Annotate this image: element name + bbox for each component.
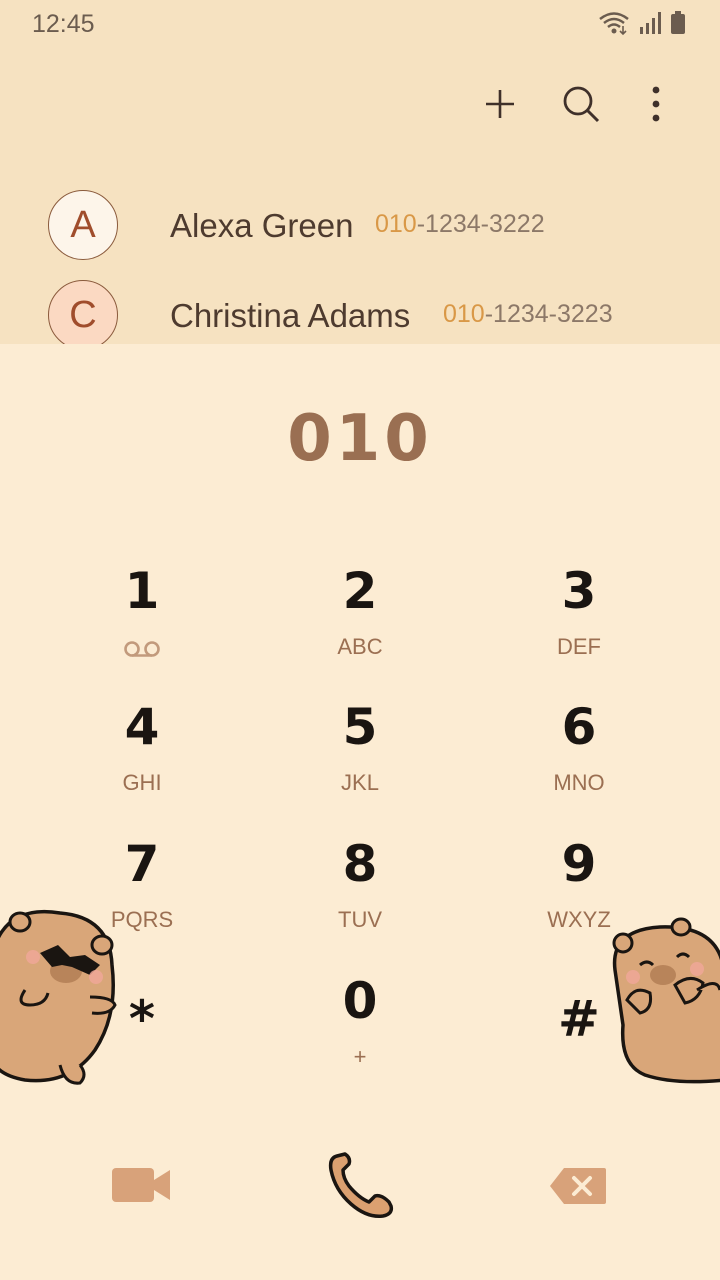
call-button[interactable] — [325, 1150, 397, 1227]
key-letters: JKL — [341, 770, 379, 795]
dialpad-panel — [0, 344, 720, 1280]
key-letters: DEF — [557, 634, 601, 659]
dialed-number[interactable]: 010 — [0, 402, 720, 476]
contact-number: 010-1234-3222 — [375, 210, 545, 239]
more-options-button[interactable] — [630, 78, 682, 130]
number-match: 010 — [443, 300, 485, 328]
signal-icon — [640, 12, 661, 34]
key-letters: MNO — [553, 770, 605, 795]
key-letters: ABC — [337, 634, 383, 659]
search-icon — [563, 86, 600, 123]
contact-name: Christina Adams — [170, 297, 411, 334]
phone-call-icon — [328, 1152, 394, 1218]
key-digit: 0 — [342, 972, 378, 1030]
voicemail-icon — [124, 641, 160, 657]
contact-number: 010-1234-3223 — [443, 300, 613, 329]
add-contact-button[interactable] — [474, 78, 526, 130]
wifi-icon — [599, 12, 629, 36]
number-rest: -1234-3222 — [416, 210, 545, 238]
delete-button[interactable] — [548, 1166, 608, 1211]
video-call-icon — [112, 1168, 170, 1202]
key-4[interactable]: 4 GHI — [62, 698, 222, 808]
key-digit: 1 — [124, 562, 160, 620]
key-2[interactable]: 2 ABC — [280, 562, 440, 672]
avatar: A — [48, 190, 118, 260]
key-letters: TUV — [338, 907, 382, 932]
capybara-happy-sticker — [612, 917, 720, 1084]
key-digit: 8 — [342, 835, 378, 893]
key-digit: 4 — [124, 698, 160, 756]
key-3[interactable]: 3 DEF — [499, 562, 659, 672]
key-digit: 2 — [342, 562, 378, 620]
avatar: C — [48, 280, 118, 350]
key-letters: + — [353, 1044, 367, 1069]
key-6[interactable]: 6 MNO — [499, 698, 659, 808]
key-digit: 3 — [561, 562, 597, 620]
contact-suggestion[interactable]: A Alexa Green 010-1234-3222 — [0, 190, 720, 270]
key-digit: 9 — [561, 835, 597, 893]
key-5[interactable]: 5 JKL — [280, 698, 440, 808]
capybara-sunglasses-sticker — [0, 909, 117, 1085]
video-call-button[interactable] — [108, 1162, 174, 1213]
key-1[interactable]: 1 — [62, 562, 222, 672]
number-rest: -1234-3223 — [484, 300, 613, 328]
key-0[interactable]: 0 + — [280, 972, 440, 1082]
more-vertical-icon — [652, 86, 660, 122]
status-time: 12:45 — [32, 10, 95, 38]
number-match: 010 — [375, 210, 417, 238]
key-8[interactable]: 8 TUV — [280, 835, 440, 945]
battery-icon — [671, 11, 685, 34]
key-letters: GHI — [122, 770, 162, 795]
plus-icon — [486, 90, 514, 118]
key-digit: 6 — [561, 698, 597, 756]
backspace-icon — [550, 1168, 606, 1204]
status-icons — [598, 10, 686, 36]
contact-name: Alexa Green — [170, 207, 354, 244]
key-digit: 5 — [342, 698, 378, 756]
key-digit: 7 — [124, 835, 160, 893]
search-button[interactable] — [555, 78, 607, 130]
